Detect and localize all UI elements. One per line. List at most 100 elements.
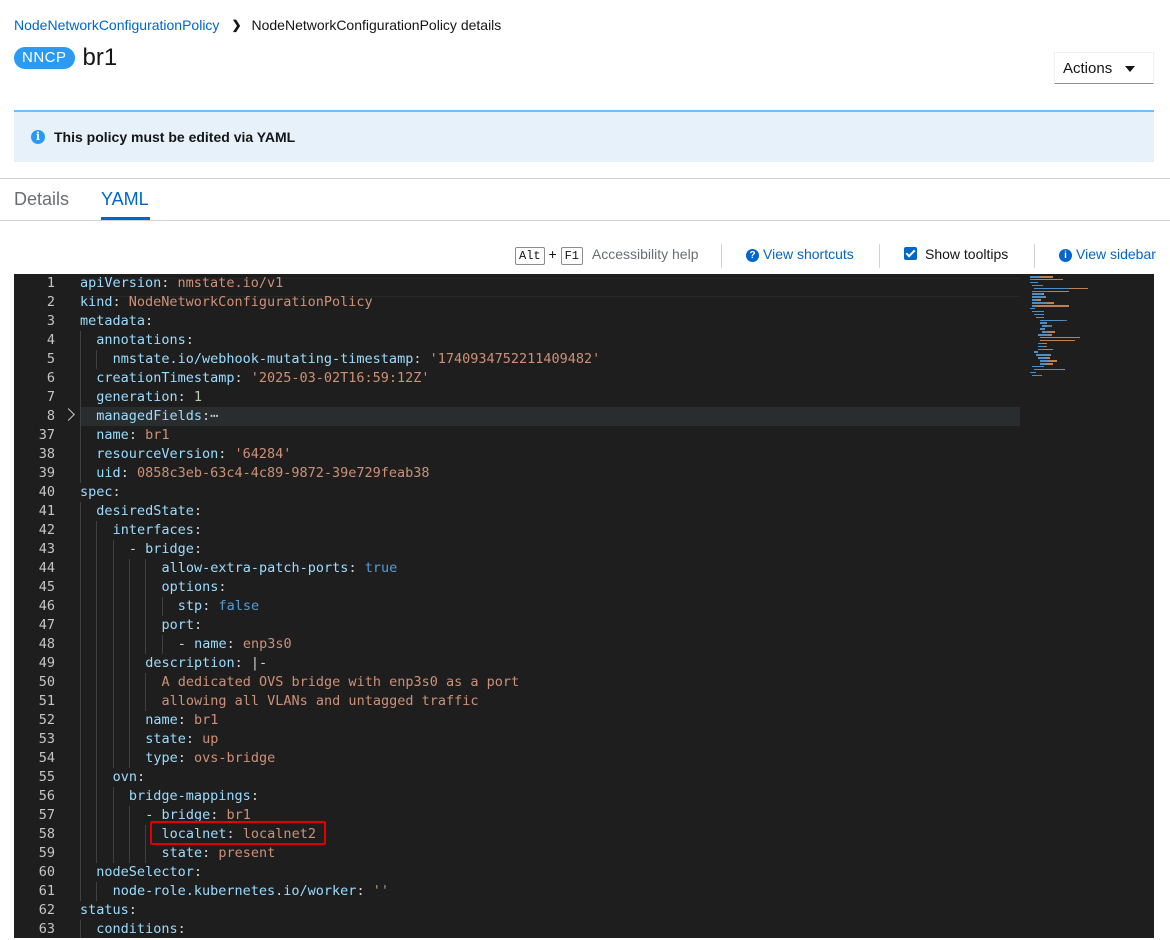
- editor-minimap[interactable]: [1020, 274, 1154, 938]
- indent-guide: [96, 673, 98, 692]
- minimap-line: [1040, 319, 1061, 321]
- code-token: :: [193, 503, 202, 519]
- code-line: type: ovs-bridge: [145, 749, 275, 768]
- code-line: creationTimestamp: '2025-03-02T16:59:12Z…: [96, 369, 429, 388]
- code-token: metadata: [80, 313, 146, 329]
- minimap-line: [1041, 374, 1042, 377]
- minimap-line: [1047, 363, 1053, 365]
- code-line: description: |-: [145, 654, 267, 673]
- code-token: :: [193, 541, 203, 557]
- info-alert: i This policy must be edited via YAML: [14, 110, 1154, 162]
- code-token: :: [120, 465, 137, 481]
- minimap-line: [1032, 374, 1041, 377]
- code-token: :: [202, 598, 219, 614]
- line-number: 52: [38, 712, 55, 728]
- indent-guide: [80, 388, 81, 407]
- minimap-line: [1063, 319, 1067, 321]
- breadcrumb-link-nncp[interactable]: NodeNetworkConfigurationPolicy: [14, 17, 219, 33]
- checkbox-checked-icon[interactable]: [904, 247, 917, 260]
- code-token: nmstate.io/webhook-mutating-timestamp: [112, 351, 414, 367]
- indent-guide: [96, 616, 98, 635]
- code-token: status: [80, 902, 129, 918]
- indent-guide: [80, 464, 81, 483]
- indent-guide: [112, 540, 114, 559]
- yaml-editor[interactable]: 1 2 3 4 5 6 7 8 37 38 39 40 41 42 43 44 45 46 47 48 49 50 51 52…: [14, 274, 1154, 938]
- minimap-line: [1030, 281, 1037, 284]
- indent-guide: [96, 350, 98, 369]
- alert-message: This policy must be edited via YAML: [54, 129, 296, 145]
- minimap-line: [1045, 345, 1047, 348]
- line-number: 53: [38, 731, 55, 747]
- indent-guide: [80, 635, 81, 654]
- minimap-line: [1047, 325, 1052, 327]
- kbd-alt: Alt: [515, 247, 545, 265]
- code-line: conditions:: [96, 920, 185, 938]
- line-number-gutter: 1 2 3 4 5 6 7 8 37 38 39 40 41 42 43 44 45 46 47 48 49 50 51 52…: [14, 274, 80, 938]
- line-number: 5: [46, 351, 55, 367]
- line-number: 46: [38, 598, 55, 614]
- code-token: :: [185, 731, 203, 747]
- code-token: ovs-bridge: [193, 750, 276, 766]
- tab-details[interactable]: Details: [14, 189, 69, 210]
- minimap-line: [1034, 307, 1035, 310]
- code-token: state: [145, 731, 186, 747]
- view-sidebar-link[interactable]: i View sidebar: [1059, 246, 1156, 266]
- code-token: br1: [193, 712, 219, 728]
- minimap-line: [1049, 290, 1069, 292]
- view-shortcuts-label: View shortcuts: [763, 246, 854, 262]
- line-number: 42: [38, 522, 55, 538]
- code-line: kind: NodeNetworkConfigurationPolicy: [80, 293, 373, 312]
- minimap-line: [1048, 302, 1054, 304]
- indent-guide: [80, 521, 81, 540]
- code-line: A dedicated OVS bridge with enp3s0 as a …: [162, 673, 520, 692]
- indent-guide: [80, 445, 81, 464]
- tab-yaml[interactable]: YAML: [101, 189, 149, 210]
- info-circle-icon: i: [31, 130, 45, 144]
- indent-guide: [80, 597, 81, 616]
- page-title: br1: [82, 44, 118, 71]
- code-line: state: up: [145, 730, 218, 749]
- minimap-line: [1034, 287, 1067, 290]
- code-token: '64284': [234, 446, 292, 462]
- code-line: node-role.kubernetes.io/worker: '': [113, 882, 389, 901]
- line-number: 63: [38, 921, 55, 937]
- annotation-red-box: [150, 821, 326, 845]
- line-number: 58: [38, 826, 55, 842]
- minimap-line: [1038, 334, 1048, 336]
- indent-guide: [80, 768, 81, 787]
- line-number: 56: [38, 788, 55, 804]
- indent-guide: [80, 787, 81, 806]
- indent-guide: [96, 654, 98, 673]
- code-token: -: [177, 636, 195, 652]
- code-line: name: br1: [96, 426, 169, 445]
- accessibility-help[interactable]: Alt + F1 Accessibility help: [515, 246, 698, 266]
- indent-guide: [96, 559, 98, 578]
- indent-guide: [112, 787, 114, 806]
- breadcrumb: NodeNetworkConfigurationPolicy ❯ NodeNet…: [14, 17, 501, 33]
- code-line: metadata:: [80, 312, 153, 331]
- minimap-line: [1046, 322, 1047, 324]
- code-token: '': [372, 883, 389, 899]
- minimap-line: [1038, 299, 1041, 301]
- code-token: name: [96, 427, 129, 443]
- minimap-line: [1047, 357, 1050, 359]
- code-token: name: [194, 636, 227, 652]
- indent-guide: [128, 844, 130, 863]
- indent-guide: [80, 331, 81, 350]
- code-token: spec: [80, 484, 113, 500]
- code-line: allow-extra-patch-ports: true: [162, 559, 398, 578]
- show-tooltips-toggle[interactable]: Show tooltips: [904, 246, 1008, 266]
- indent-guide: [145, 616, 147, 635]
- code-token: 0858c3eb-63c4-4c89-9872-39e729feab38: [136, 465, 430, 481]
- code-token: :: [413, 351, 430, 367]
- line-number: 47: [38, 617, 55, 633]
- actions-dropdown[interactable]: Actions: [1054, 52, 1154, 84]
- view-shortcuts-link[interactable]: ? View shortcuts: [746, 246, 854, 266]
- line-number: 2: [46, 294, 55, 310]
- code-token: description: [145, 655, 235, 671]
- line-number: 54: [38, 750, 55, 766]
- code-token: :: [234, 370, 251, 386]
- code-token: conditions: [96, 921, 178, 937]
- code-line: ovn:: [113, 768, 146, 787]
- code-token: bridge: [145, 541, 194, 557]
